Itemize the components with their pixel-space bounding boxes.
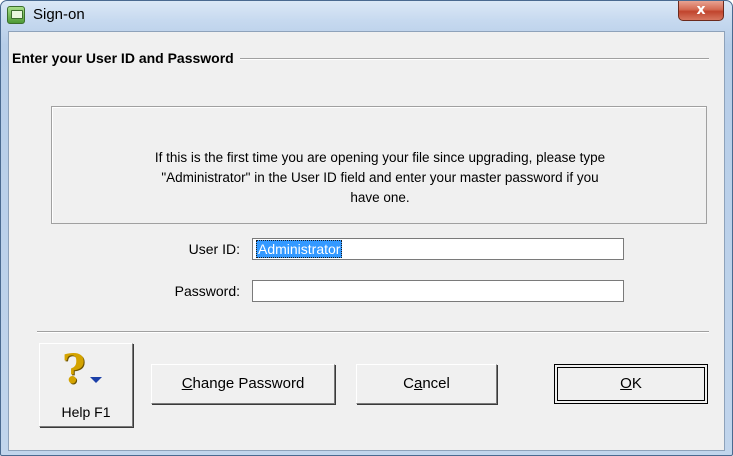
button-separator <box>37 331 709 333</box>
ok-label: K <box>631 375 642 392</box>
help-button-label: Help F1 <box>61 404 111 420</box>
cancel-button[interactable]: Cancel <box>356 364 497 404</box>
ok-button[interactable]: OK <box>554 364 708 404</box>
user-id-field[interactable]: Administrator <box>252 238 624 260</box>
ok-mnemonic: O <box>620 375 632 392</box>
title-bar[interactable]: Sign-on x <box>1 1 732 29</box>
close-button[interactable]: x <box>678 1 724 21</box>
cancel-label-end: ncel <box>422 375 450 392</box>
password-field[interactable] <box>252 280 624 302</box>
app-icon <box>7 6 25 24</box>
help-question-icon: ? <box>62 346 86 393</box>
group-title: Enter your User ID and Password <box>12 48 240 68</box>
cancel-label-start: C <box>403 375 414 392</box>
change-password-label: hange Password <box>192 375 305 392</box>
info-line-3: have one. <box>350 190 410 205</box>
info-text: If this is the first time you are openin… <box>70 148 690 208</box>
window-title: Sign-on <box>33 6 85 23</box>
change-password-button[interactable]: Change Password <box>151 364 335 404</box>
dropdown-arrow-icon <box>90 377 102 383</box>
info-line-2: "Administrator" in the User ID field and… <box>161 170 599 185</box>
info-line-1: If this is the first time you are openin… <box>154 150 606 165</box>
user-id-label: User ID: <box>188 241 240 257</box>
help-button[interactable]: ? Help F1 <box>39 343 133 427</box>
change-password-mnemonic: C <box>181 375 193 392</box>
user-id-value: Administrator <box>256 240 343 258</box>
password-label: Password: <box>174 283 240 299</box>
